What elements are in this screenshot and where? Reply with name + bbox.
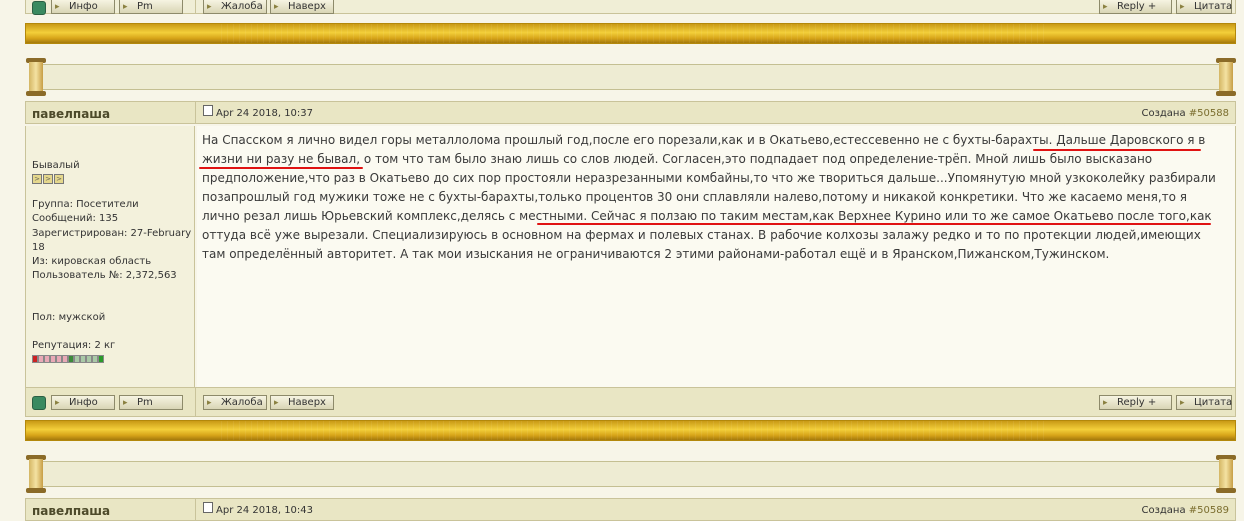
post-number-link[interactable]: #50589	[1189, 505, 1229, 516]
post-body: На Спасском я лично видел горы металлоло…	[197, 126, 1236, 387]
info-button[interactable]: ▸ Инфо	[51, 0, 115, 14]
rank-pips: > > >	[32, 173, 65, 184]
pm-button[interactable]: ▸ Pm	[119, 395, 183, 410]
author-sidebar: Бывалый > > > Группа: Посетители Сообщений…	[25, 126, 195, 387]
scroll-icon-right	[1216, 455, 1236, 493]
reply-label: Reply +	[1117, 1, 1157, 12]
complaint-label: Жалоба	[221, 397, 263, 408]
rank-pip: >	[32, 174, 42, 184]
post-page-icon	[203, 105, 213, 116]
reply-button[interactable]: ▸ Reply +	[1099, 395, 1172, 410]
complaint-button[interactable]: ▸ Жалоба	[203, 395, 267, 410]
post-created: Создана #50588	[1141, 108, 1229, 119]
user-from: Из: кировская область	[32, 256, 152, 267]
quote-button[interactable]: ▸ Цитата	[1176, 0, 1232, 14]
arrow-icon: ▸	[274, 2, 279, 12]
scroll-banner	[41, 461, 1221, 487]
pm-label: Pm	[137, 1, 153, 12]
post-date: Apr 24 2018, 10:37	[216, 108, 314, 119]
created-label: Создана	[1141, 505, 1186, 516]
quote-button[interactable]: ▸ Цитата	[1176, 395, 1232, 410]
author-name[interactable]: павелпаша	[32, 504, 110, 518]
rank-pip: >	[54, 174, 64, 184]
author-name[interactable]: павелпаша	[32, 107, 110, 121]
user-rank: Бывалый	[32, 160, 80, 171]
reputation-bar	[32, 355, 104, 364]
post-footer: ▸ Инфо ▸ Pm ▸ Жалоба ▸ Наверх ▸ Reply + ▸ Цита…	[25, 387, 1236, 417]
arrow-icon: ▸	[1103, 2, 1108, 12]
quote-label: Цитата	[1194, 397, 1233, 408]
up-label: Наверх	[288, 397, 326, 408]
user-messages: Сообщений: 135	[32, 213, 119, 224]
quick-search-icon[interactable]	[32, 396, 46, 410]
rep-plus-button[interactable]	[98, 355, 104, 363]
info-label: Инфо	[69, 397, 98, 408]
arrow-icon: ▸	[274, 398, 279, 408]
red-underline	[1033, 149, 1201, 151]
arrow-icon: ▸	[55, 2, 60, 12]
gold-separator	[25, 420, 1236, 441]
complaint-label: Жалоба	[221, 1, 263, 12]
column-divider	[195, 102, 196, 123]
info-label: Инфо	[69, 1, 98, 12]
user-gender: Пол: мужской	[32, 312, 106, 323]
arrow-icon: ▸	[123, 398, 128, 408]
gold-separator	[25, 23, 1236, 44]
scroll-icon-right	[1216, 58, 1236, 96]
user-reputation: Репутация: 2 кг	[32, 340, 116, 351]
column-divider	[195, 388, 196, 416]
rank-pip: >	[43, 174, 53, 184]
arrow-icon: ▸	[207, 2, 212, 12]
quote-label: Цитата	[1194, 1, 1233, 12]
arrow-icon: ▸	[207, 398, 212, 408]
user-group: Группа: Посетители	[32, 199, 139, 210]
pm-button[interactable]: ▸ Pm	[119, 0, 183, 14]
reply-label: Reply +	[1117, 397, 1157, 408]
up-button[interactable]: ▸ Наверх	[270, 395, 334, 410]
post-page-icon	[203, 502, 213, 513]
scroll-banner	[41, 64, 1221, 90]
post-number-link[interactable]: #50588	[1189, 108, 1229, 119]
scroll-icon-left	[26, 58, 46, 96]
red-underline	[537, 223, 1211, 225]
info-button[interactable]: ▸ Инфо	[51, 395, 115, 410]
arrow-icon: ▸	[1103, 398, 1108, 408]
scroll-icon-left	[26, 455, 46, 493]
complaint-button[interactable]: ▸ Жалоба	[203, 0, 267, 14]
red-underline	[199, 167, 363, 169]
user-registered: Зарегистрирован: 27-February 18	[32, 228, 192, 253]
prev-post-footer: ▸ Инфо ▸ Pm ▸ Жалоба ▸ Наверх ▸ Reply + ▸ Цита…	[25, 0, 1236, 15]
reply-button[interactable]: ▸ Reply +	[1099, 0, 1172, 14]
arrow-icon: ▸	[1180, 2, 1185, 12]
created-label: Создана	[1141, 108, 1186, 119]
quick-search-icon[interactable]	[32, 1, 46, 15]
post-created: Создана #50589	[1141, 505, 1229, 516]
post-date: Apr 24 2018, 10:43	[216, 505, 314, 516]
arrow-icon: ▸	[55, 398, 60, 408]
column-divider	[195, 0, 196, 13]
up-label: Наверх	[288, 1, 326, 12]
up-button[interactable]: ▸ Наверх	[270, 0, 334, 14]
post-header: павелпаша Apr 24 2018, 10:43 Создана #50…	[25, 498, 1236, 521]
arrow-icon: ▸	[123, 2, 128, 12]
arrow-icon: ▸	[1180, 398, 1185, 408]
user-number: Пользователь №: 2,372,563	[32, 270, 177, 281]
post-header: павелпаша Apr 24 2018, 10:37 Создана #50…	[25, 101, 1236, 124]
pm-label: Pm	[137, 397, 153, 408]
column-divider	[195, 499, 196, 520]
